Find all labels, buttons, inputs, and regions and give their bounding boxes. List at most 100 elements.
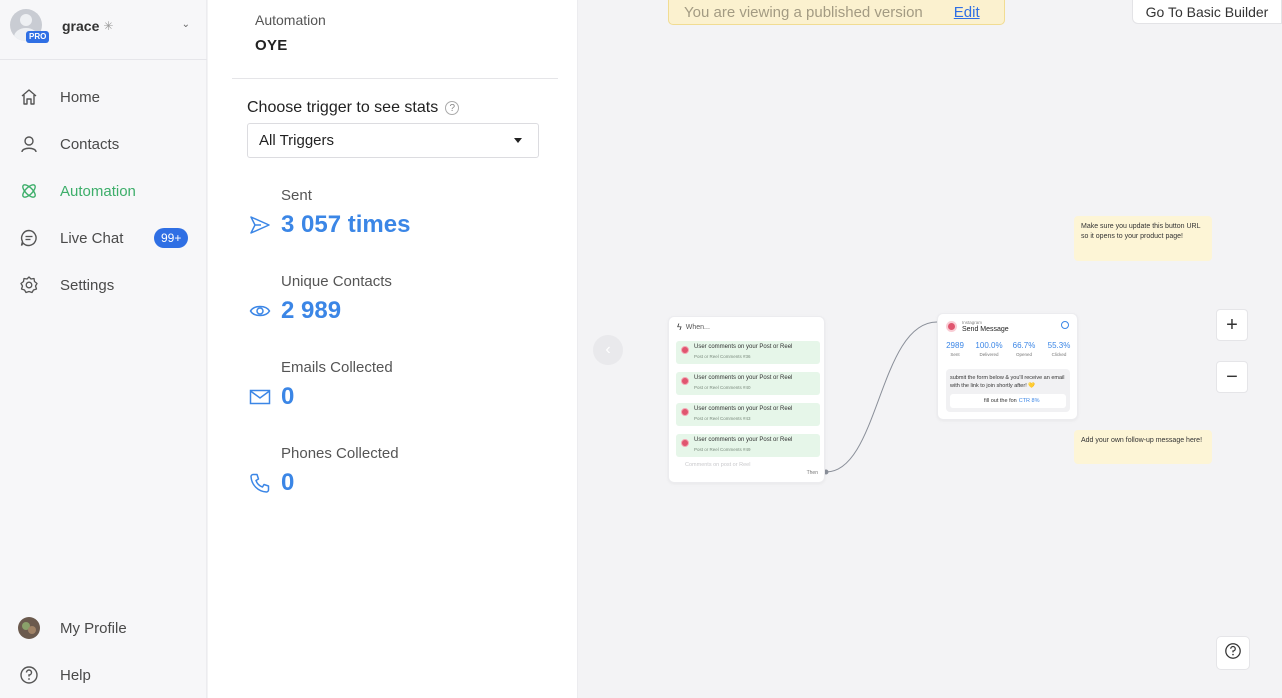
automation-icon	[18, 180, 40, 202]
question-icon	[18, 664, 40, 686]
pro-badge: PRO	[26, 31, 50, 43]
trigger-subtitle: Post or Reel Comments #49	[694, 447, 751, 452]
trigger-item[interactable]: User comments on your Post or Reel Post …	[676, 372, 820, 395]
sidebar-item-label: Help	[60, 666, 91, 684]
trigger-subtitle: Post or Reel Comments #43	[694, 416, 751, 421]
trigger-node[interactable]: ϟ When... User comments on your Post or …	[668, 316, 825, 483]
send-icon	[248, 213, 272, 237]
metric-label: Sent	[950, 352, 960, 357]
chevron-down-icon: ⌄	[181, 19, 190, 30]
stats-panel: Automation OYE Choose trigger to see sta…	[208, 0, 578, 698]
metric-clicked: 55.3% Clicked	[1045, 341, 1073, 357]
sidebar-item-label: Home	[60, 88, 101, 106]
message-button[interactable]: fill out the fon CTR 8%	[950, 394, 1066, 408]
zoom-out-button[interactable]: −	[1216, 361, 1248, 393]
trigger-select-value: All Triggers	[259, 132, 335, 149]
trigger-node-header: ϟ When...	[677, 322, 710, 332]
sparkle-icon: ✳	[103, 19, 114, 33]
sidebar-item-automation[interactable]: Automation	[18, 176, 198, 206]
zoom-in-button[interactable]: +	[1216, 309, 1248, 341]
lightning-icon: ϟ	[677, 322, 682, 332]
unread-badge: 99+	[154, 228, 189, 248]
sidebar-item-contacts[interactable]: Contacts	[18, 129, 198, 159]
sidebar-item-label: My Profile	[60, 619, 127, 637]
stat-phones-value: 0	[281, 469, 295, 496]
sidebar-item-live-chat[interactable]: Live Chat 99+	[18, 223, 198, 253]
metric-label: Delivered	[979, 352, 999, 357]
trigger-title: User comments on your Post or Reel	[694, 437, 793, 443]
help-button[interactable]	[1216, 636, 1250, 670]
metric-label: Opened	[1015, 352, 1032, 357]
account-name: grace	[62, 18, 100, 34]
sidebar-item-my-profile[interactable]: My Profile	[18, 613, 198, 643]
instagram-icon	[681, 408, 689, 416]
person-icon	[18, 133, 40, 155]
stat-sent-label: Sent	[281, 187, 312, 204]
eye-icon	[248, 299, 272, 323]
trigger-title: User comments on your Post or Reel	[694, 375, 793, 381]
message-bubble: submit the form below & you'll receive a…	[946, 369, 1070, 412]
sidebar-item-label: Automation	[60, 182, 136, 200]
breadcrumb: Automation	[255, 12, 326, 28]
instagram-icon	[681, 377, 689, 385]
page-title: OYE	[255, 37, 288, 54]
metric-delivered: 100.0% Delivered	[975, 341, 1003, 357]
home-icon	[18, 86, 40, 108]
trigger-item[interactable]: User comments on your Post or Reel Post …	[676, 341, 820, 364]
sidebar-item-label: Live Chat	[60, 229, 124, 247]
mail-icon	[248, 385, 272, 409]
trigger-subtitle: Post or Reel Comments #40	[694, 385, 751, 390]
messenger-icon	[1061, 321, 1069, 329]
help-circle-icon[interactable]: ?	[445, 101, 460, 115]
trigger-stats-heading: Choose trigger to see stats ?	[247, 99, 460, 117]
question-icon	[1224, 642, 1242, 665]
flow-canvas[interactable]: You are viewing a published version Edit…	[579, 0, 1282, 698]
trigger-title: User comments on your Post or Reel	[694, 344, 793, 350]
sidebar-item-help[interactable]: Help	[18, 660, 198, 690]
sticky-note[interactable]: Add your own follow-up message here!	[1074, 430, 1212, 464]
stat-sent-value: 3 057 times	[281, 211, 411, 238]
trigger-item[interactable]: User comments on your Post or Reel Post …	[676, 434, 820, 457]
instagram-icon	[681, 439, 689, 447]
avatar: PRO	[10, 9, 50, 43]
metric-value: 100.0%	[975, 341, 1003, 350]
profile-avatar	[18, 617, 40, 639]
metric-value: 2989	[946, 341, 964, 350]
trigger-subtitle: Post or Reel Comments #36	[694, 354, 751, 359]
account-switcher[interactable]: PRO grace ✳ ⌄	[10, 8, 196, 44]
stat-unique-value: 2 989	[281, 297, 342, 324]
stat-emails-label: Emails Collected	[281, 359, 393, 376]
node-platform: Instagram	[962, 320, 983, 325]
caret-down-icon	[514, 138, 522, 143]
sidebar-item-settings[interactable]: Settings	[18, 270, 198, 300]
metric-value: 55.3%	[1047, 341, 1071, 350]
trigger-select[interactable]: All Triggers	[247, 123, 539, 158]
metric-opened: 66.7% Opened	[1010, 341, 1038, 357]
instagram-icon	[946, 321, 957, 332]
instagram-icon	[681, 346, 689, 354]
metric-sent: 2989 Sent	[941, 341, 969, 357]
trigger-title: User comments on your Post or Reel	[694, 406, 793, 412]
node-title: Send Message	[962, 326, 1009, 333]
trigger-node-title: When...	[685, 323, 710, 331]
sticky-note[interactable]: Make sure you update this button URL so …	[1074, 216, 1212, 261]
metric-label: Clicked	[1051, 352, 1067, 357]
divider	[232, 78, 558, 79]
phone-icon	[248, 471, 272, 495]
ctr-label: CTR 8%	[1018, 398, 1040, 404]
sidebar-item-label: Contacts	[60, 135, 120, 153]
divider	[0, 59, 207, 60]
message-text: submit the form below & you'll receive a…	[950, 375, 1065, 389]
chat-icon	[18, 227, 40, 249]
message-button-label: fill out the fon	[984, 398, 1017, 404]
trigger-item[interactable]: User comments on your Post or Reel Post …	[676, 403, 820, 426]
send-message-node[interactable]: Instagram Send Message 2989 Sent 100.0% …	[937, 313, 1078, 420]
then-label: Then	[806, 470, 818, 476]
stat-unique-label: Unique Contacts	[281, 273, 392, 290]
sidebar-item-home[interactable]: Home	[18, 82, 198, 112]
stat-phones-label: Phones Collected	[281, 445, 399, 462]
stat-emails-value: 0	[281, 383, 295, 410]
sidebar-item-label: Settings	[60, 276, 115, 294]
sidebar: PRO grace ✳ ⌄ Home Contacts Automation L…	[0, 0, 207, 698]
trigger-stats-label: Choose trigger to see stats	[247, 99, 439, 116]
